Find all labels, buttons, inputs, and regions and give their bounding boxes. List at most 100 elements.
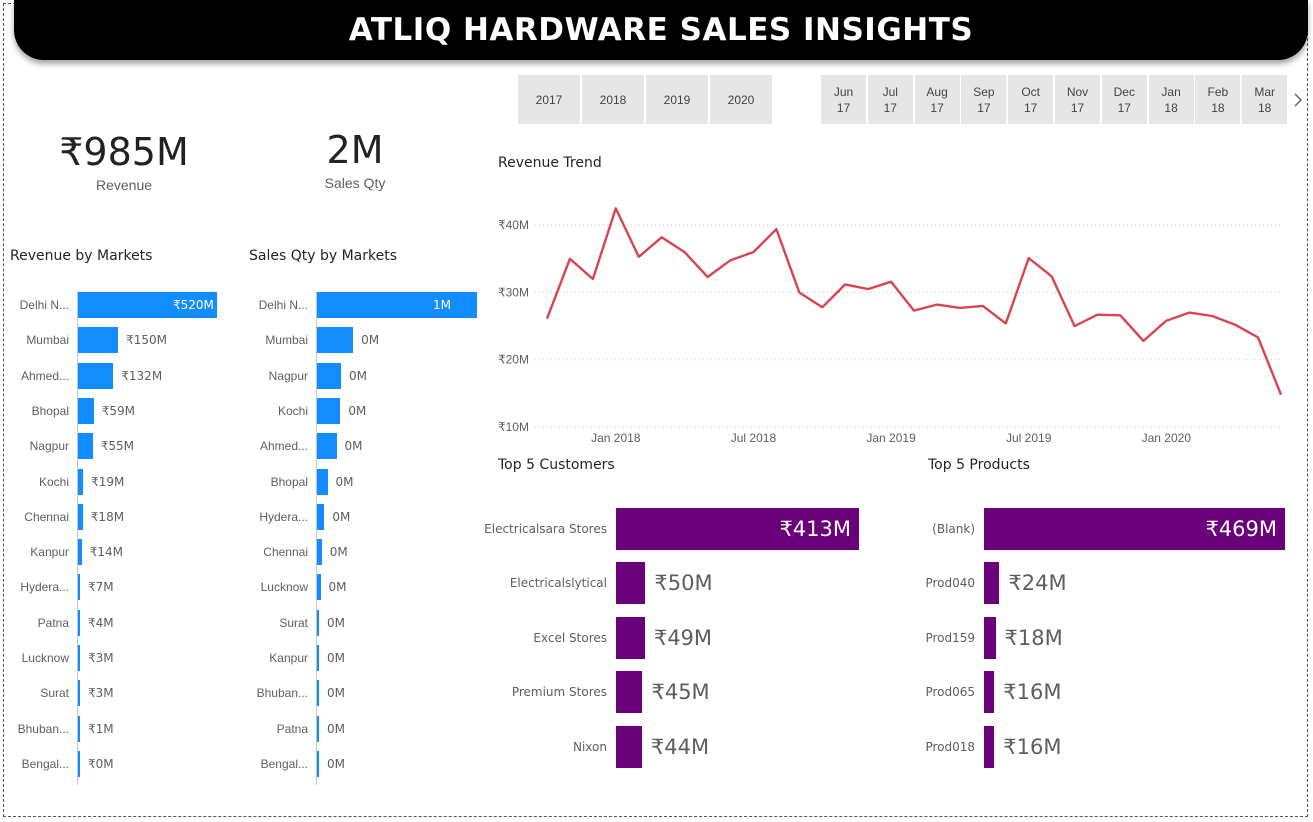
market-bar-value-label: ₹18M [90, 509, 125, 524]
market-bar[interactable] [317, 468, 328, 495]
market-category-text: Surat [279, 615, 308, 630]
market-category-text: Kanpur [30, 545, 69, 560]
year-slicer-item-2018[interactable]: 2018 [582, 75, 644, 124]
month-slicer-item[interactable]: Aug 17 [914, 75, 960, 124]
market-category-text: Mumbai [265, 333, 308, 348]
month-slicer-item[interactable]: Sep 17 [961, 75, 1007, 124]
month-slicer-item[interactable]: Mar 18 [1242, 75, 1288, 124]
market-category-label: Mumbai [245, 326, 308, 354]
top5-bar[interactable] [984, 725, 995, 768]
market-bar-value-label: 0M [361, 333, 380, 348]
market-bar[interactable] [78, 574, 80, 601]
market-category-label: Delhi N... [245, 291, 308, 319]
top5-bar-value-label: ₹44M [650, 734, 710, 759]
market-bar[interactable] [78, 327, 119, 354]
top5-bar[interactable] [984, 616, 996, 659]
revenue-by-markets-title: Revenue by Markets [10, 248, 153, 264]
market-bar[interactable] [317, 433, 337, 460]
market-category-label: Kochi [8, 468, 69, 496]
month-slicer-item[interactable]: Nov 17 [1055, 75, 1100, 124]
month-slicer-item[interactable]: Feb 18 [1195, 75, 1241, 124]
year-slicer-item-2017[interactable]: 2017 [518, 75, 580, 124]
market-bar[interactable] [78, 715, 80, 742]
market-bar[interactable] [317, 574, 321, 601]
top5-bar[interactable] [984, 562, 1000, 605]
top5-category-label: Premium Stores [511, 685, 607, 700]
trend-x-tick-label: Jul 2019 [1006, 431, 1052, 445]
market-bar[interactable] [78, 503, 83, 530]
market-category-text: Bengal... [21, 756, 69, 771]
market-bar[interactable] [317, 327, 354, 354]
market-bar[interactable] [78, 680, 80, 707]
trend-y-tick-label: ₹10M [498, 420, 529, 434]
month-slicer-item[interactable]: Jul 17 [867, 75, 913, 124]
market-category-label: Bhuban... [8, 715, 69, 743]
month-slicer-label: Mar 18 [1254, 84, 1276, 115]
market-bar[interactable] [78, 397, 94, 424]
month-slicer-label: Dec 17 [1113, 84, 1135, 115]
market-bar[interactable] [317, 680, 319, 707]
top5-bar[interactable] [984, 671, 995, 714]
market-bar-value-label: ₹19M [91, 474, 125, 489]
year-slicer-item-2020[interactable]: 2020 [710, 75, 772, 124]
market-bar-value-label: 0M [335, 474, 354, 489]
market-category-label: Ahmed... [245, 432, 308, 460]
market-category-label: Surat [245, 609, 308, 637]
month-slicer-item[interactable]: Jun 17 [821, 75, 866, 124]
market-bar-value-label: 0M [344, 439, 363, 454]
market-category-text: Bhopal [31, 403, 69, 418]
top5-bar[interactable] [616, 616, 645, 659]
month-slicer-item[interactable]: Jan 18 [1148, 75, 1194, 124]
market-bar[interactable] [78, 539, 82, 566]
chevron-right-icon[interactable] [1290, 90, 1306, 110]
market-bar-value-label: ₹4M [88, 615, 114, 630]
market-bar[interactable] [78, 468, 84, 495]
dashboard-title-bar: ATLIQ HARDWARE SALES INSIGHTS [14, 0, 1308, 60]
top5-bar-value-label: ₹16M [1003, 680, 1062, 705]
market-category-text: Patna [276, 721, 308, 736]
market-category-text: Bhuban... [17, 721, 69, 736]
trend-x-tick-label: Jan 2019 [866, 431, 916, 445]
market-bar-value-label: 0M [328, 580, 347, 595]
market-bar-value-label: ₹520M [173, 298, 214, 312]
year-slicer-item-2019[interactable]: 2019 [646, 75, 708, 124]
top5-bar[interactable] [616, 671, 643, 714]
market-category-label: Nagpur [8, 432, 69, 460]
market-bar[interactable] [78, 433, 93, 460]
revenue-trend-title: Revenue Trend [498, 155, 602, 171]
market-bar[interactable] [78, 645, 80, 671]
market-bar-value-label: 0M [348, 403, 367, 418]
market-bar[interactable] [317, 397, 341, 424]
top5-bar[interactable] [616, 562, 646, 605]
market-bar-value-label: ₹55M [100, 439, 134, 454]
market-bar[interactable] [317, 609, 319, 636]
market-bar[interactable] [78, 750, 80, 777]
market-bar[interactable] [78, 609, 80, 636]
market-bar[interactable] [317, 750, 319, 777]
market-bar[interactable] [317, 645, 319, 671]
market-category-text: Hydera... [20, 580, 69, 595]
month-slicer-item[interactable]: Dec 17 [1101, 75, 1147, 124]
market-bar-value-label: ₹132M [121, 368, 163, 383]
market-bar-value-label: 0M [327, 651, 345, 665]
top5-category-label: Electricalsara Stores [484, 522, 607, 536]
market-bar[interactable] [317, 362, 341, 389]
market-bar[interactable] [317, 292, 477, 318]
trend-x-tick-label: Jan 2020 [1142, 431, 1192, 445]
top5-category-label: Prod040 [925, 576, 975, 591]
market-bar[interactable] [317, 715, 319, 742]
top5-category-label: Prod018 [925, 739, 975, 754]
market-bar[interactable] [78, 362, 114, 389]
market-category-text: Chennai [263, 545, 308, 560]
market-bar[interactable] [317, 539, 322, 566]
market-category-text: Bhuban... [256, 686, 308, 701]
month-slicer-item[interactable]: Oct 17 [1008, 75, 1054, 124]
market-category-text: Kochi [38, 474, 69, 489]
month-slicer-label: Nov 17 [1066, 84, 1089, 115]
market-category-text: Kochi [277, 403, 308, 418]
market-bar[interactable] [317, 503, 325, 530]
market-category-text: Hydera... [259, 509, 308, 524]
top5-bar-value-label: ₹18M [1004, 625, 1063, 650]
market-category-label: Bengal... [245, 750, 308, 778]
top5-bar[interactable] [616, 725, 642, 768]
